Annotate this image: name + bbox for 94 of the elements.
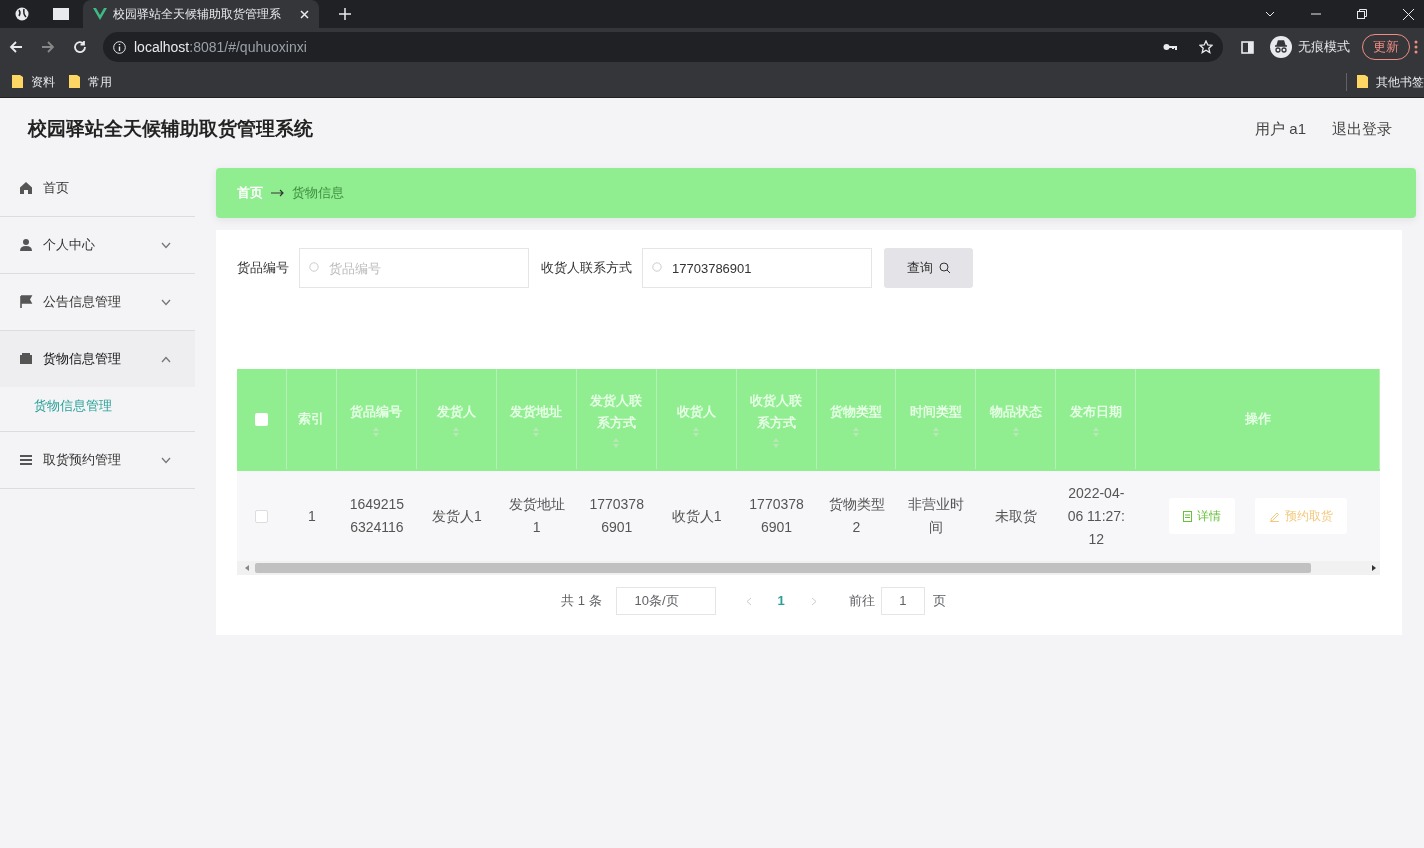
browser-tab[interactable]: 校园驿站全天候辅助取货管理系 [83,0,319,28]
table-cell-text: 发货地址1 [507,495,566,537]
column-header: 发布日期 [1069,403,1122,421]
search-icon [309,262,320,273]
column-header: 物品状态 [989,403,1042,421]
list-icon [19,453,33,467]
user-label: 用户 a1 [1255,118,1306,139]
sort-icon [693,427,700,437]
column-header: 发货地址 [510,403,563,421]
logout-link[interactable]: 退出登录 [1332,117,1392,141]
app-title: 校园驿站全天候辅助取货管理系统 [28,116,313,141]
sidepanel-icon[interactable] [1241,40,1254,54]
search-button[interactable]: 查询 [884,248,973,288]
sidebar-item[interactable]: 公告信息管理 [0,274,195,330]
column-header: 发货人 [436,403,476,421]
tab-title: 校园驿站全天候辅助取货管理系 [113,6,281,23]
sort-icon [533,427,540,437]
table-cell-text: 1 [308,506,316,526]
bookmark-folder[interactable]: 其他书签 [1346,72,1424,91]
table-cell-text: 17703786901 [748,495,805,537]
sort-icon [1012,427,1019,437]
incognito-icon [1270,36,1292,58]
field-label: 货品编号 [237,259,289,278]
field-label: 收货人联系方式 [541,259,632,278]
reload-icon[interactable] [73,40,87,54]
folder-icon [12,75,23,88]
flag-icon [19,295,33,309]
breadcrumb-item: 货物信息 [292,184,344,203]
table-cell-text: 货物类型2 [827,495,886,537]
info-icon [113,40,126,54]
table-cell-text: 发货人1 [431,506,482,526]
table-cell-text: 未取货 [995,506,1038,526]
page-size-select[interactable]: 10条/页 [615,587,716,615]
arrow-right-icon [271,189,284,197]
column-header: 收货人 [676,403,716,421]
search-field[interactable]: 货品编号 [299,248,529,288]
search-icon [938,262,951,274]
menu-icon[interactable] [1414,40,1418,54]
close-icon[interactable] [1403,8,1414,20]
sort-icon [453,427,460,437]
close-icon[interactable] [300,9,309,19]
table-cell-text: 2022-04-06 11:27:12 [1066,483,1126,549]
folder-icon [1357,75,1368,88]
edit-icon [1269,510,1281,522]
home-icon [19,181,33,195]
sidebar-item[interactable]: 首页 [0,160,195,216]
url-text: localhost:8081/#/quhuoxinxi [134,37,307,57]
goto-label: 前往 [848,592,875,611]
user-icon [19,238,33,252]
back-icon[interactable] [9,40,23,54]
total-count: 共 1 条 [561,592,602,611]
column-header: 货品编号 [350,403,403,421]
bookmark-folder[interactable]: 资料 [10,72,57,91]
sidebar-item[interactable]: 个人中心 [0,217,195,273]
sidebar-item[interactable]: 货物信息管理 [0,331,195,387]
chevron-down-icon[interactable] [1265,11,1275,17]
table-cell-text: 17703786901 [588,495,645,537]
table-cell-text: 16492156324116 [348,495,406,537]
table-cell-text: 收货人1 [671,506,722,526]
column-header: 收货人联系方式 [749,392,804,432]
sort-icon [1092,427,1099,437]
bookmark-folder[interactable]: 常用 [67,72,114,91]
star-icon[interactable] [1199,40,1213,54]
sort-icon [613,438,620,448]
search-icon [652,262,663,273]
select-all-checkbox[interactable] [254,412,268,426]
horizontal-scrollbar[interactable] [237,561,1380,575]
sort-icon [853,427,859,437]
column-header: 时间类型 [909,403,962,421]
sort-icon [932,427,939,437]
table-cell-text: 非营业时间 [907,495,966,537]
column-header: 发货人联系方式 [589,392,644,432]
column-header: 操作 [1244,410,1271,428]
goto-page-field[interactable]: 1 [880,587,925,615]
sort-icon [773,438,780,448]
document-icon [1183,510,1193,522]
column-header: 索引 [298,410,325,428]
sidebar-item[interactable]: 取货预约管理 [0,432,195,488]
address-bar[interactable]: localhost:8081/#/quhuoxinxi [103,32,1223,62]
restore-icon[interactable] [1357,9,1367,19]
new-tab-icon[interactable] [339,8,351,20]
sort-icon [373,427,380,437]
profile-chip[interactable]: 无痕模式 [1268,33,1352,61]
row-checkbox[interactable] [255,509,269,523]
column-header: 货物类型 [830,403,882,421]
globe-icon[interactable] [15,7,29,21]
profile-label: 无痕模式 [1298,38,1350,57]
key-icon[interactable] [1163,43,1177,51]
folder-icon [69,75,80,88]
goto-suffix: 页 [932,592,946,611]
search-field[interactable]: 17703786901 [642,248,872,288]
vue-logo-icon [93,8,107,20]
box-icon [19,352,33,366]
forward-icon[interactable] [41,40,55,54]
